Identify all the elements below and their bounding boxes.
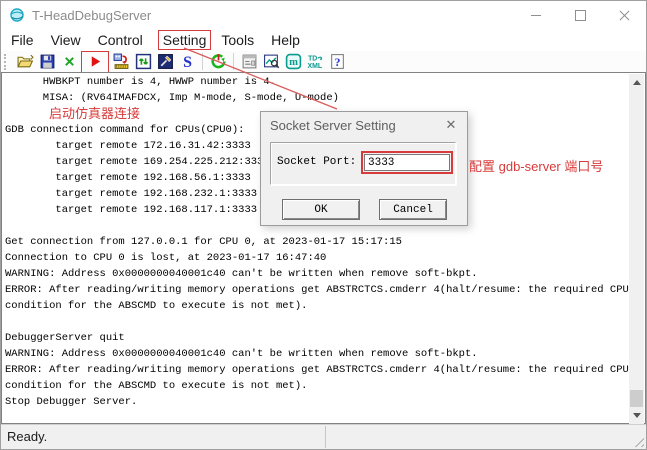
log-line: [5, 314, 628, 330]
open-folder-icon: [17, 53, 34, 70]
build-hammer-icon: [157, 53, 174, 70]
xml-config-button[interactable]: TD XML: [304, 52, 326, 72]
resize-grip[interactable]: [631, 434, 644, 447]
log-line: WARNING: Address 0x0000000040001c40 can'…: [5, 266, 628, 282]
download-target-button[interactable]: [110, 52, 132, 72]
memory-view-button[interactable]: m: [282, 52, 304, 72]
status-bar: Ready.: [1, 424, 646, 449]
toolbar-separator: [202, 53, 203, 70]
trace-chart-icon: [263, 53, 280, 70]
ok-button[interactable]: OK: [282, 199, 360, 220]
menu-help[interactable]: Help: [269, 31, 302, 49]
app-window: T-HeadDebugServer File View Control Sett…: [0, 0, 647, 450]
vertical-scrollbar[interactable]: [629, 74, 644, 424]
log-line: condition for the ABSCMD to execute is n…: [5, 378, 628, 394]
build-button[interactable]: [154, 52, 176, 72]
properties-button[interactable]: [238, 52, 260, 72]
maximize-button[interactable]: [558, 1, 602, 29]
menu-control[interactable]: Control: [96, 31, 145, 49]
window-title: T-HeadDebugServer: [32, 8, 151, 23]
restart-icon: [210, 53, 227, 70]
socket-server-setting-dialog: Socket Server Setting ✕ Socket Port: OK …: [260, 111, 468, 226]
toolbar-grip[interactable]: [4, 54, 8, 70]
memory-m-icon: m: [285, 53, 302, 70]
step-button[interactable]: S: [176, 52, 198, 72]
toolbar: S: [1, 51, 646, 72]
menu-file[interactable]: File: [9, 31, 36, 49]
log-line: Connection to CPU 0 is lost, at 2023-01-…: [5, 250, 628, 266]
minimize-icon: [531, 15, 541, 16]
svg-text:?: ?: [334, 56, 340, 69]
annotation-port-note: 配置 gdb-server 端口号: [469, 156, 603, 175]
svg-text:m: m: [289, 57, 298, 68]
close-icon: [619, 10, 630, 21]
open-button[interactable]: [14, 52, 36, 72]
log-line: HWBKPT number is 4, HWWP number is 4.: [5, 74, 628, 90]
title-bar: T-HeadDebugServer: [1, 1, 646, 29]
log-line: Get connection from 127.0.0.1 for CPU 0,…: [5, 234, 628, 250]
dialog-title: Socket Server Setting: [270, 118, 396, 133]
properties-icon: [241, 53, 258, 70]
log-line: Stop Debugger Server.: [5, 394, 628, 410]
menu-view[interactable]: View: [49, 31, 83, 49]
maximize-icon: [575, 10, 586, 21]
port-input-highlight-box: [361, 151, 453, 174]
dialog-title-bar[interactable]: Socket Server Setting: [261, 112, 467, 138]
cancel-button[interactable]: Cancel: [379, 199, 447, 220]
port-group-box: Socket Port:: [270, 142, 456, 185]
restart-server-button[interactable]: [207, 52, 229, 72]
app-icon: [9, 7, 25, 23]
svg-text:XML: XML: [307, 63, 322, 70]
menu-bar: File View Control Setting Tools Help: [1, 29, 646, 51]
socket-port-label: Socket Port:: [277, 156, 356, 168]
svg-text:TD: TD: [308, 55, 317, 62]
log-line: DebuggerServer quit: [5, 330, 628, 346]
scroll-down-icon: [633, 413, 641, 418]
menu-setting[interactable]: Setting: [158, 30, 212, 50]
xml-icon: TD XML: [307, 53, 324, 70]
trace-view-button[interactable]: [260, 52, 282, 72]
reset-button[interactable]: [132, 52, 154, 72]
log-line: MISA: (RV64IMAFDCX, Imp M-mode, S-mode, …: [5, 90, 628, 106]
clear-x-icon: [61, 53, 78, 70]
download-target-icon: [113, 53, 130, 70]
reset-arrows-icon: [135, 53, 152, 70]
clear-button[interactable]: [58, 52, 80, 72]
save-icon: [39, 53, 56, 70]
s-icon: S: [179, 53, 196, 70]
status-text: Ready.: [7, 429, 47, 444]
minimize-button[interactable]: [514, 1, 558, 29]
help-button[interactable]: ?: [326, 52, 348, 72]
log-line: WARNING: Address 0x0000000040001c40 can'…: [5, 346, 628, 362]
close-button[interactable]: [602, 1, 646, 29]
status-pane-divider: [325, 426, 326, 448]
save-button[interactable]: [36, 52, 58, 72]
scroll-up-button[interactable]: [629, 74, 644, 91]
svg-text:S: S: [183, 54, 192, 70]
run-button[interactable]: [81, 51, 109, 73]
help-icon: ?: [329, 53, 346, 70]
log-line: ERROR: After reading/writing memory oper…: [5, 282, 628, 298]
socket-port-input[interactable]: [364, 154, 450, 171]
log-line: ERROR: After reading/writing memory oper…: [5, 362, 628, 378]
scroll-up-icon: [633, 80, 641, 85]
menu-tools[interactable]: Tools: [219, 31, 256, 49]
toolbar-separator: [233, 53, 234, 70]
run-play-icon: [88, 54, 103, 69]
dialog-close-button[interactable]: ✕: [443, 117, 459, 133]
scroll-down-button[interactable]: [629, 407, 644, 424]
log-line: condition for the ABSCMD to execute is n…: [5, 298, 628, 314]
